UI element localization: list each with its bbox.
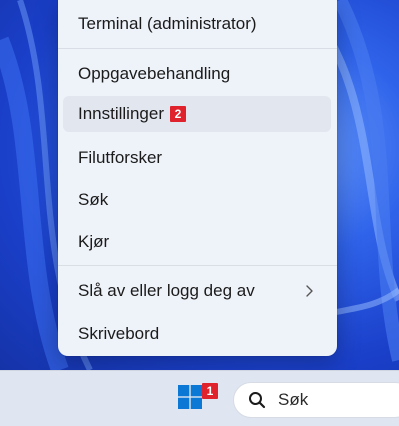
menu-item-search[interactable]: Søk <box>63 182 331 218</box>
step-badge-1: 1 <box>202 383 218 399</box>
menu-item-label: Oppgavebehandling <box>78 64 231 83</box>
menu-item-label: Skrivebord <box>78 324 160 343</box>
menu-item-label: Slå av eller logg deg av <box>78 281 255 300</box>
menu-item-label: Terminal (administrator) <box>78 14 257 33</box>
menu-item-task-manager[interactable]: Oppgavebehandling <box>63 56 331 92</box>
search-label: Søk <box>278 390 309 409</box>
menu-separator <box>58 265 337 266</box>
menu-separator <box>58 48 337 49</box>
taskbar: 1 Søk <box>0 370 399 426</box>
menu-item-label: Innstillinger <box>78 104 164 123</box>
menu-item-settings[interactable]: Innstillinger 2 <box>63 96 331 132</box>
menu-item-run[interactable]: Kjør <box>63 224 331 260</box>
chevron-right-icon <box>306 285 313 297</box>
winx-context-menu: Terminal (administrator) Oppgavebehandli… <box>58 0 337 356</box>
taskbar-search-box[interactable]: Søk <box>233 382 399 418</box>
menu-item-desktop[interactable]: Skrivebord <box>63 316 331 352</box>
menu-item-file-explorer[interactable]: Filutforsker <box>63 140 331 176</box>
search-icon <box>249 392 266 409</box>
menu-item-terminal-admin[interactable]: Terminal (administrator) <box>63 6 331 42</box>
menu-item-shutdown-signout[interactable]: Slå av eller logg deg av <box>63 273 331 309</box>
menu-item-label: Kjør <box>78 232 110 251</box>
menu-item-label: Søk <box>78 190 109 209</box>
step-badge-2: 2 <box>170 106 186 122</box>
windows-logo-icon[interactable] <box>178 385 202 409</box>
menu-item-label: Filutforsker <box>78 148 163 167</box>
